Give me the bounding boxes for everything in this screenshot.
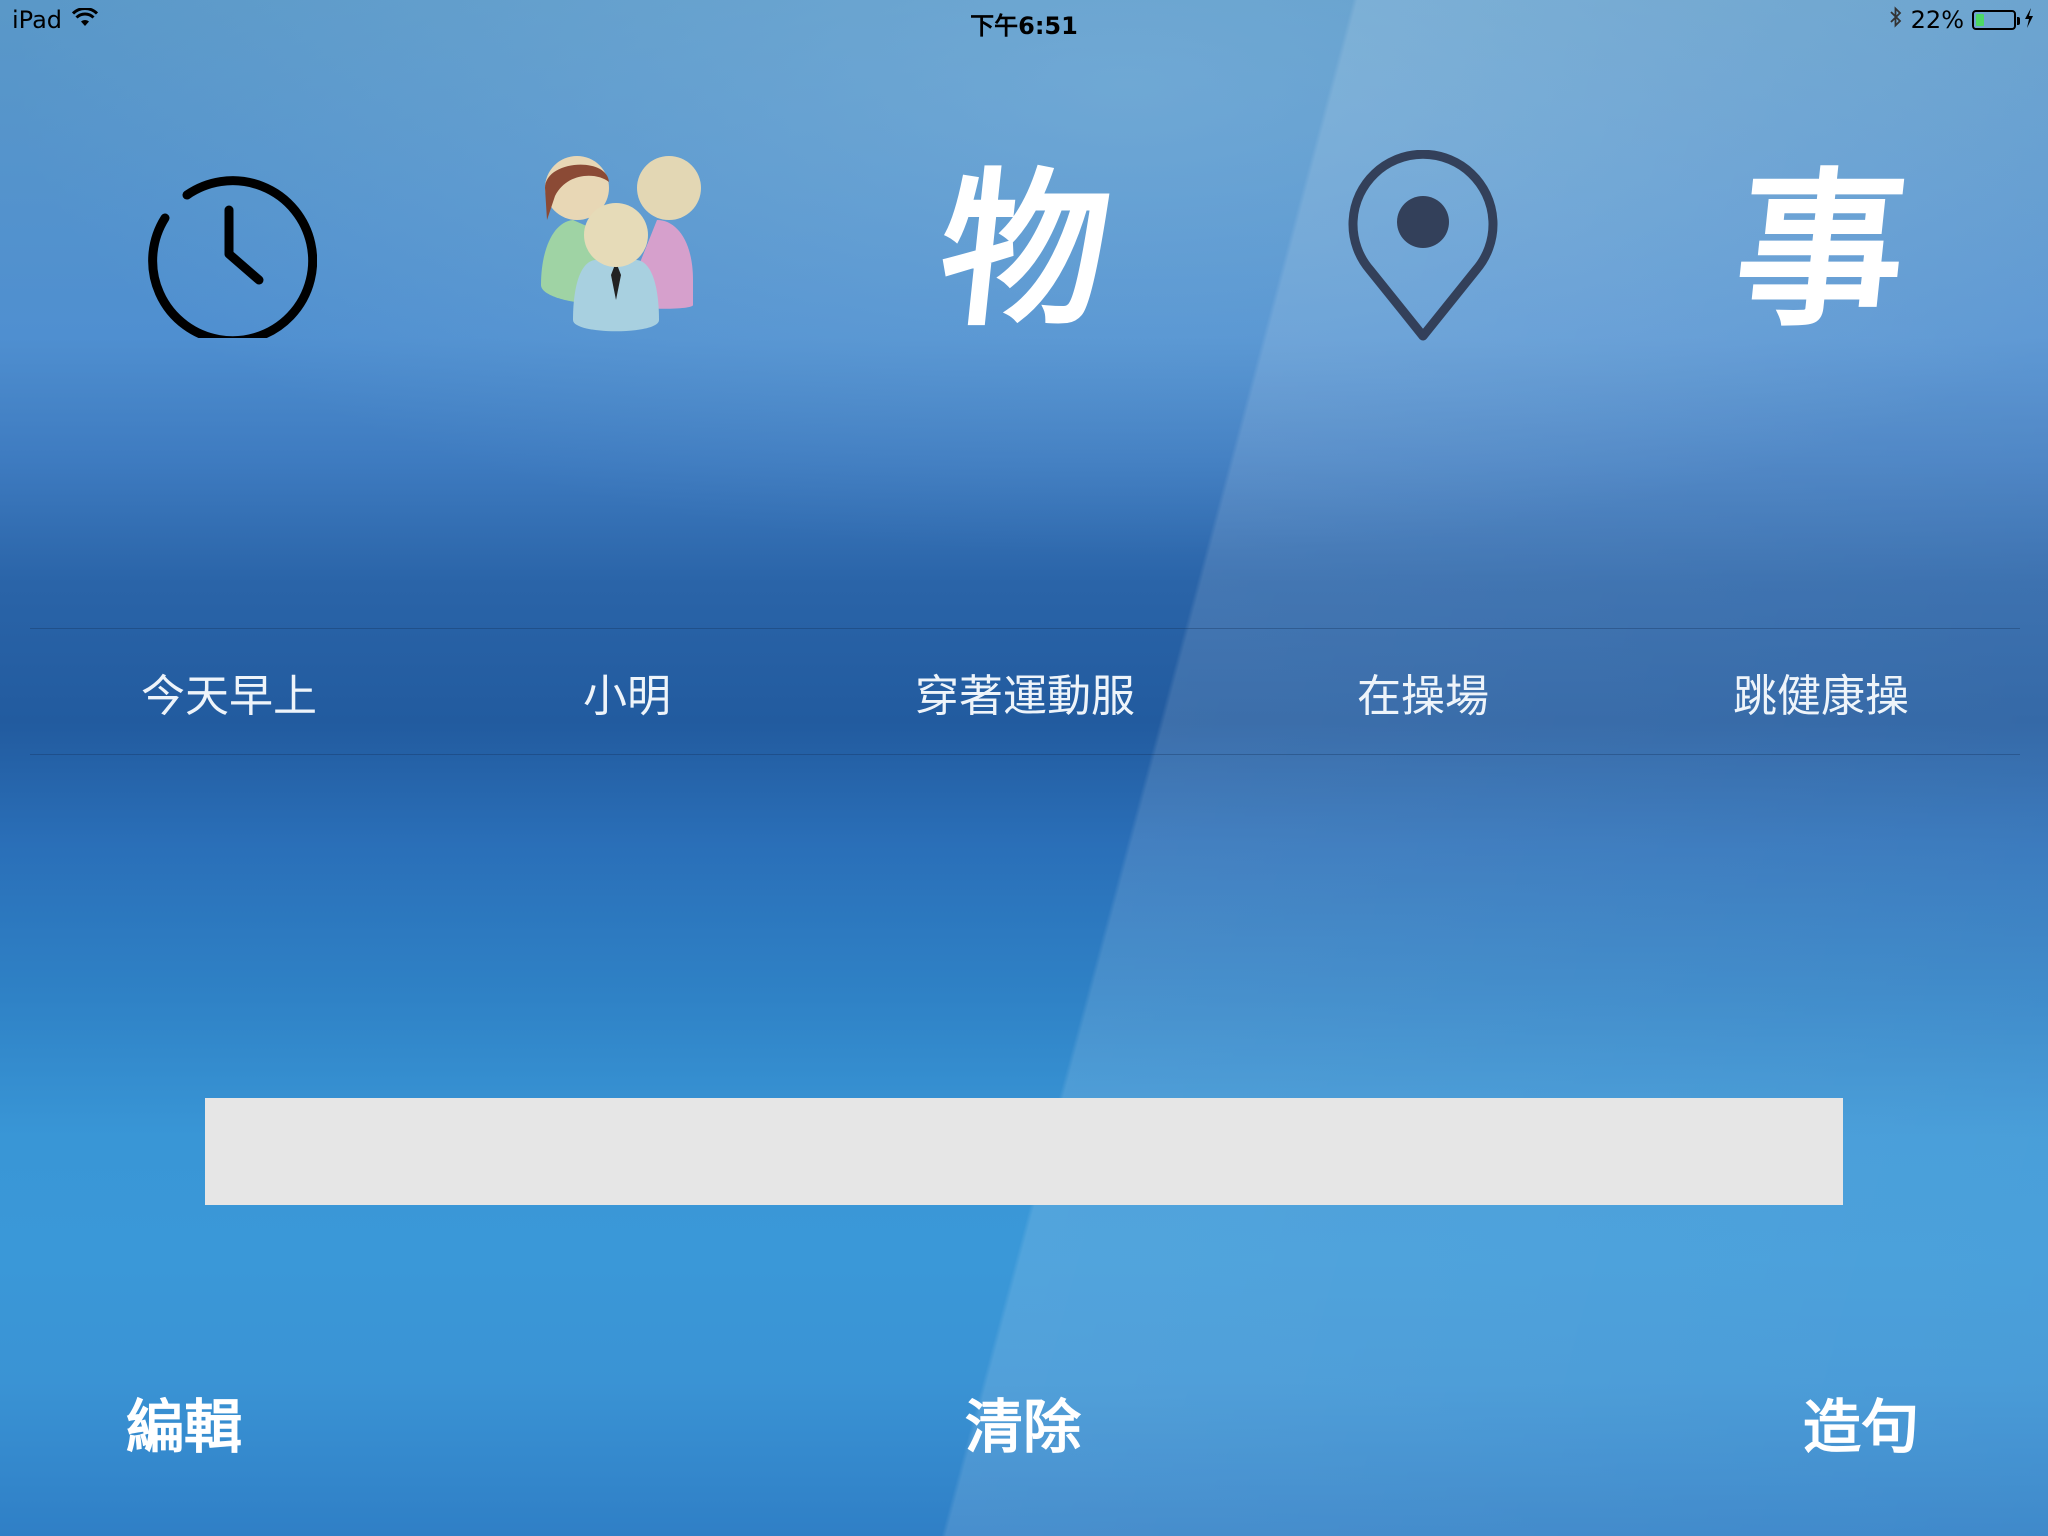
category-time[interactable] bbox=[30, 150, 428, 350]
label-place[interactable]: 在操場 bbox=[1224, 629, 1622, 754]
label-time[interactable]: 今天早上 bbox=[30, 629, 428, 754]
label-person[interactable]: 小明 bbox=[428, 629, 826, 754]
clear-button[interactable]: 清除 bbox=[965, 1380, 1081, 1461]
people-icon bbox=[541, 156, 701, 332]
category-object[interactable]: 物 bbox=[826, 150, 1224, 350]
label-event[interactable]: 跳健康操 bbox=[1622, 629, 2020, 754]
status-bar: iPad 下午6:51 22% bbox=[0, 0, 2048, 40]
location-pin-icon bbox=[1348, 150, 1498, 341]
shi-character-icon: 事 bbox=[1726, 151, 1916, 349]
bluetooth-icon bbox=[1889, 6, 1903, 34]
label-object[interactable]: 穿著運動服 bbox=[826, 629, 1224, 754]
wu-character-icon: 物 bbox=[930, 151, 1120, 349]
category-icon-row: 物 事 bbox=[30, 150, 2020, 350]
sentence-output-field[interactable] bbox=[205, 1098, 1843, 1205]
category-event[interactable]: 事 bbox=[1622, 150, 2020, 350]
battery-icon bbox=[1972, 10, 2020, 30]
category-place[interactable] bbox=[1224, 150, 1622, 350]
edit-button[interactable]: 編輯 bbox=[126, 1380, 242, 1461]
make-sentence-button[interactable]: 造句 bbox=[1803, 1380, 1919, 1461]
battery-percent: 22% bbox=[1910, 6, 1964, 34]
clock-icon bbox=[148, 176, 317, 338]
status-time: 下午6:51 bbox=[970, 12, 1078, 40]
charging-bolt-icon bbox=[2024, 6, 2034, 34]
battery-fill bbox=[1976, 14, 1984, 26]
category-label-row: 今天早上 小明 穿著運動服 在操場 跳健康操 bbox=[30, 628, 2020, 755]
category-person[interactable] bbox=[428, 150, 826, 350]
